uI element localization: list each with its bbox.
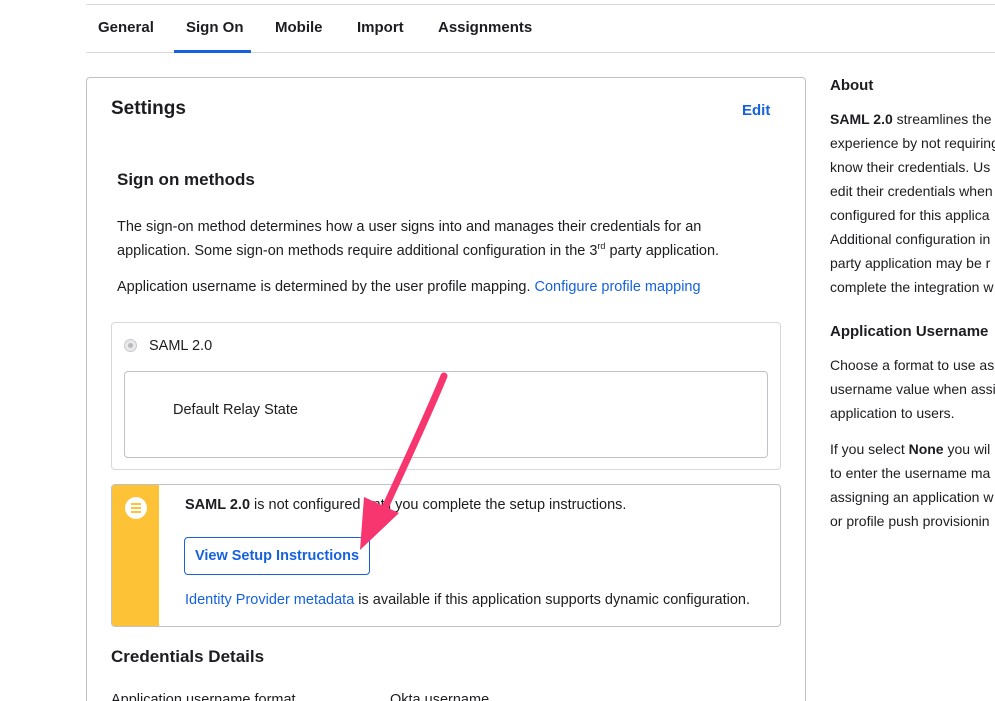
sign-on-description: The sign-on method determines how a user…: [117, 215, 757, 263]
notice-message: SAML 2.0 is not configured until you com…: [185, 497, 626, 513]
app-username-line: username value when assi: [830, 381, 995, 397]
about-line: edit their credentials when: [830, 183, 993, 199]
none-prefix: If you select: [830, 441, 909, 457]
active-tab-indicator: [174, 50, 251, 53]
application-username-title: Application Username: [830, 323, 989, 340]
configure-profile-mapping-link[interactable]: Configure profile mapping: [535, 279, 701, 295]
about-text: SAML 2.0 streamlines the experience by n…: [830, 107, 995, 299]
tab-sign-on[interactable]: Sign On: [186, 19, 244, 36]
identity-provider-metadata-link[interactable]: Identity Provider metadata: [185, 592, 354, 608]
none-option-text: If you select None you wil to enter the …: [830, 437, 995, 533]
about-line: experience by not requiring: [830, 135, 995, 151]
notice-warning-bar: [112, 485, 159, 626]
about-line: know their credentials. Us: [830, 159, 991, 175]
app-page: General Sign On Mobile Import Assignment…: [0, 0, 995, 701]
credentials-details-title: Credentials Details: [111, 647, 265, 666]
about-line: party application may be r: [830, 255, 991, 271]
tab-import[interactable]: Import: [357, 19, 404, 36]
about-title: About: [830, 77, 874, 94]
saml-option-label: SAML 2.0: [149, 338, 213, 354]
default-relay-state-label: Default Relay State: [173, 402, 298, 418]
about-line: Additional configuration in: [830, 231, 991, 247]
tab-bar: General Sign On Mobile Import Assignment…: [86, 0, 995, 53]
description-text-end: party application.: [605, 243, 720, 259]
tab-general[interactable]: General: [98, 19, 154, 36]
app-username-line: Choose a format to use as: [830, 357, 995, 373]
application-username-text: Choose a format to use as username value…: [830, 353, 995, 425]
about-line: complete the integration w: [830, 279, 994, 295]
view-setup-instructions-button[interactable]: View Setup Instructions: [184, 537, 370, 575]
none-suffix: you wil: [943, 441, 991, 457]
none-line: If you select None you wil: [830, 437, 995, 461]
saml-radio-button[interactable]: [124, 339, 137, 352]
about-line: configured for this applica: [830, 207, 990, 223]
about-line: SAML 2.0 streamlines the: [830, 107, 995, 131]
about-line-text: streamlines the: [892, 111, 992, 127]
username-mapping-line: Application username is determined by th…: [117, 275, 777, 299]
none-line: or profile push provisionin: [830, 513, 990, 529]
tab-assignments[interactable]: Assignments: [438, 19, 532, 36]
tab-mobile[interactable]: Mobile: [275, 19, 323, 36]
list-icon: [125, 497, 147, 519]
metadata-line: Identity Provider metadata is available …: [185, 592, 750, 608]
settings-title: Settings: [111, 98, 186, 119]
credentials-column-1: Application username format: [111, 692, 296, 701]
none-line: to enter the username ma: [830, 465, 991, 481]
credentials-column-2: Okta username: [390, 692, 490, 701]
notice-text: is not configured until you complete the…: [250, 497, 627, 513]
metadata-text: is available if this application support…: [354, 592, 751, 608]
none-bold: None: [908, 441, 944, 457]
none-line: assigning an application w: [830, 489, 994, 505]
about-bold: SAML 2.0: [830, 111, 893, 127]
notice-bold: SAML 2.0: [185, 497, 251, 513]
edit-button[interactable]: Edit: [742, 102, 770, 119]
app-username-line: application to users.: [830, 405, 955, 421]
username-mapping-text: Application username is determined by th…: [117, 279, 535, 295]
sign-on-methods-title: Sign on methods: [117, 170, 255, 189]
